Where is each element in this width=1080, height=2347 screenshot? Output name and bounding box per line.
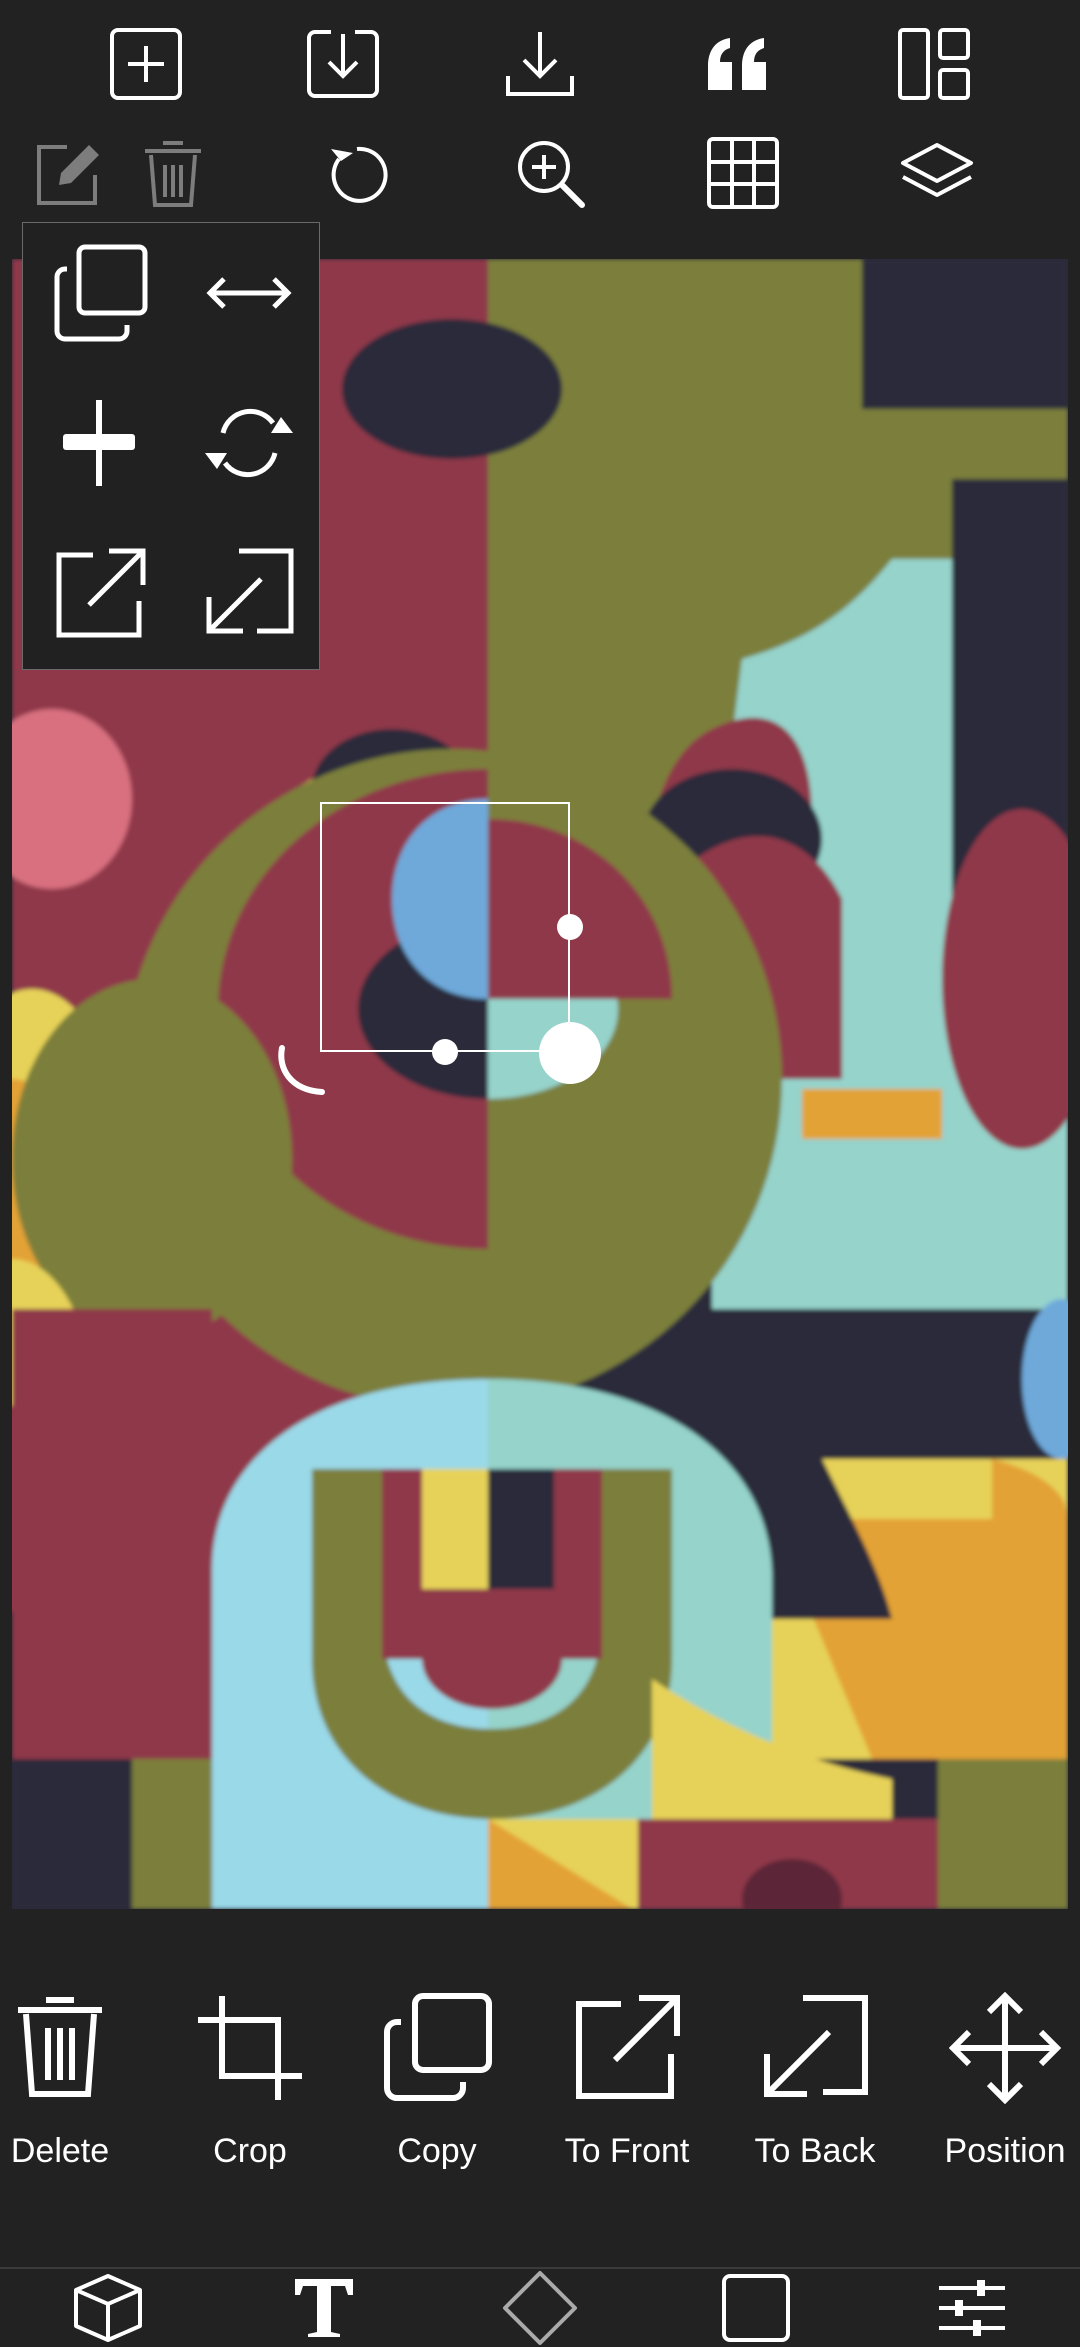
quote-icon[interactable] [687,14,787,114]
to-back-button[interactable]: To Back [725,1972,905,2192]
delete-button[interactable]: Delete [0,1972,150,2192]
to-front-label: To Front [564,2132,690,2170]
layout-icon[interactable] [884,14,984,114]
add-square-icon[interactable] [96,14,196,114]
diamond-icon[interactable] [490,2270,590,2345]
copy-label: Copy [397,2132,477,2170]
rotate-icon[interactable] [312,128,402,218]
bring-forward-icon[interactable] [39,543,159,643]
import-icon[interactable] [293,14,393,114]
position-button[interactable]: Position [915,1972,1080,2192]
position-label: Position [944,2132,1066,2170]
flip-horizontal-icon[interactable] [189,243,309,343]
grid-icon[interactable] [698,128,788,218]
to-front-icon [537,1992,717,2104]
edit-icon[interactable] [22,128,112,218]
text-icon[interactable] [274,2270,374,2345]
square-icon[interactable] [706,2270,806,2345]
crop-icon [160,1992,340,2104]
send-backward-icon[interactable] [189,543,309,643]
copy-icon [347,1992,527,2104]
duplicate-icon[interactable] [39,243,159,343]
rotate-handle-icon[interactable] [272,1040,332,1100]
move-icon [915,1992,1080,2104]
sliders-icon[interactable] [922,2270,1022,2345]
resize-handle-right[interactable] [557,914,583,940]
plus-icon[interactable] [39,393,159,493]
layers-icon[interactable] [892,128,982,218]
download-icon[interactable] [490,14,590,114]
trash-icon[interactable] [128,128,218,218]
rotate-arrows-icon[interactable] [189,393,309,493]
to-front-button[interactable]: To Front [537,1972,717,2192]
selection-box[interactable] [320,802,570,1052]
cube-icon[interactable] [58,2270,158,2345]
zoom-in-icon[interactable] [505,128,595,218]
copy-button[interactable]: Copy [347,1972,527,2192]
resize-handle-bottom[interactable] [432,1039,458,1065]
resize-handle-corner[interactable] [539,1022,601,1084]
to-back-icon [725,1992,905,2104]
floating-menu [22,222,320,670]
trash-icon [0,1992,150,2098]
crop-button[interactable]: Crop [160,1972,340,2192]
to-back-label: To Back [754,2132,876,2170]
